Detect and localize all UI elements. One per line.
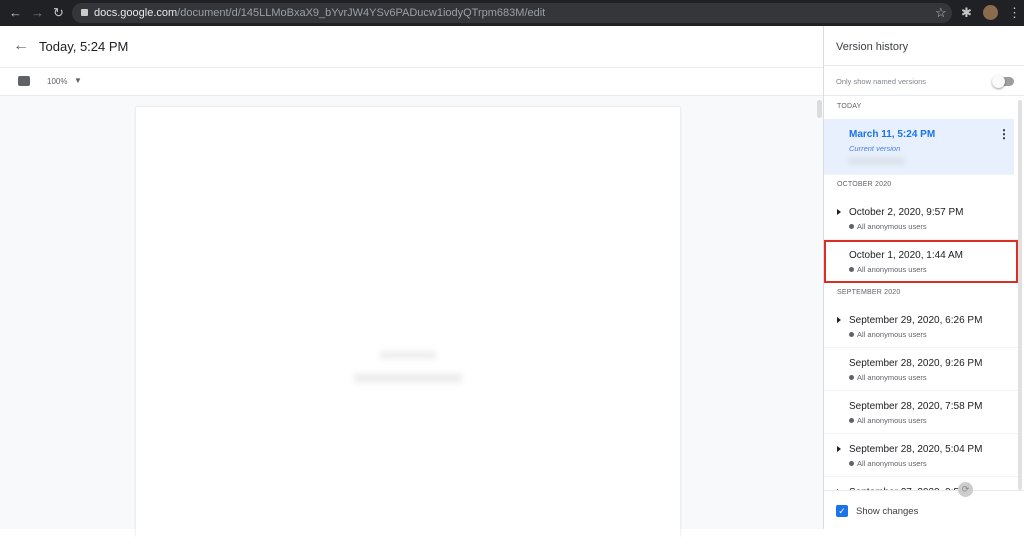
version-item[interactable]: September 28, 2020, 7:58 PM All anonymous… <box>824 391 1020 434</box>
expand-arrow-icon[interactable] <box>837 317 841 323</box>
toolbar: 100% ▼ <box>0 69 823 96</box>
extensions-icon[interactable]: ✱ <box>961 5 972 21</box>
show-changes-label: Show changes <box>856 506 919 517</box>
version-date: September 28, 2020, 5:04 PM <box>849 444 983 455</box>
named-versions-row: Only show named versions <box>824 65 1024 96</box>
forward-icon[interactable]: → <box>31 5 44 20</box>
back-icon[interactable]: ← <box>9 5 22 20</box>
loading-icon: ⟳ <box>958 482 973 497</box>
panel-footer: ⟳ ✓ Show changes <box>824 482 1024 529</box>
expand-arrow-icon[interactable] <box>837 446 841 452</box>
url-path: /document/d/145LLMoBxaX9_bYvrJW4YSv6PADu… <box>177 7 546 19</box>
back-arrow-icon[interactable]: ← <box>13 37 29 55</box>
version-date: September 28, 2020, 7:58 PM <box>849 401 983 412</box>
version-user: All anonymous users <box>857 222 927 231</box>
panel-title: Version history <box>836 41 909 53</box>
url-host: docs.google.com <box>94 7 178 19</box>
named-versions-toggle[interactable] <box>992 75 1014 88</box>
browser-toolbar: ← → ↻ docs.google.com/document/d/145LLMo… <box>0 0 1024 26</box>
version-date: September 28, 2020, 9:26 PM <box>849 358 983 369</box>
reload-icon[interactable]: ↻ <box>53 5 64 21</box>
version-item[interactable]: September 29, 2020, 6:26 PM All anonymous… <box>824 305 1020 348</box>
zoom-select[interactable]: 100% <box>47 77 67 86</box>
version-user: All anonymous users <box>857 416 927 425</box>
address-bar[interactable]: docs.google.com/document/d/145LLMoBxaX9_… <box>72 3 952 23</box>
document-canvas <box>0 96 823 537</box>
avatar[interactable] <box>983 5 998 20</box>
section-label: OCTOBER 2020 <box>837 181 892 188</box>
print-icon[interactable] <box>18 76 30 86</box>
version-history-panel: Version history Only show named versions… <box>823 26 1024 529</box>
show-changes-checkbox[interactable]: ✓ <box>836 505 848 517</box>
blurred-text <box>380 351 436 359</box>
current-version-label: Current version <box>849 144 901 153</box>
scrollbar[interactable] <box>817 100 822 118</box>
lock-icon <box>81 9 88 16</box>
section-label: TODAY <box>837 103 862 110</box>
version-user: All anonymous users <box>857 265 927 274</box>
user-dot-icon <box>849 461 854 466</box>
more-options-icon[interactable]: ⋮ <box>998 127 1010 141</box>
expand-arrow-icon[interactable] <box>837 209 841 215</box>
version-title: Today, 5:24 PM <box>39 39 129 54</box>
version-item[interactable]: October 2, 2020, 9:57 PM All anonymous us… <box>824 197 1020 240</box>
user-dot-icon <box>849 375 854 380</box>
version-item[interactable]: October 1, 2020, 1:44 AM All anonymous us… <box>824 240 1018 283</box>
version-user: All anonymous users <box>857 330 927 339</box>
chevron-down-icon[interactable]: ▼ <box>74 76 82 85</box>
version-date: March 11, 5:24 PM <box>849 129 936 140</box>
version-date: October 2, 2020, 9:57 PM <box>849 207 964 218</box>
version-date: September 29, 2020, 6:26 PM <box>849 315 983 326</box>
star-icon[interactable]: ☆ <box>935 5 947 21</box>
version-item[interactable]: September 28, 2020, 5:04 PM All anonymous… <box>824 434 1020 477</box>
section-label: SEPTEMBER 2020 <box>837 289 901 296</box>
user-dot-icon <box>849 224 854 229</box>
version-user: All anonymous users <box>857 459 927 468</box>
version-user: All anonymous users <box>857 373 927 382</box>
user-dot-icon <box>849 267 854 272</box>
menu-icon[interactable]: ⋮ <box>1008 5 1021 21</box>
document-page <box>136 107 680 537</box>
version-date: October 1, 2020, 1:44 AM <box>849 250 963 261</box>
named-versions-label: Only show named versions <box>836 77 927 86</box>
blurred-text <box>354 373 462 383</box>
version-item[interactable]: September 28, 2020, 9:26 PM All anonymous… <box>824 348 1020 391</box>
user-dot-icon <box>849 332 854 337</box>
user-dot-icon <box>849 418 854 423</box>
blurred-text <box>849 157 905 165</box>
doc-header: ← Today, 5:24 PM <box>0 26 823 68</box>
version-item[interactable]: September 27, 2020, 9:5 <box>824 477 1020 490</box>
version-list: TODAY March 11, 5:24 PM Current version ⋮ OC… <box>824 97 1020 490</box>
version-item[interactable]: March 11, 5:24 PM Current version ⋮ <box>824 119 1014 175</box>
scrollbar[interactable] <box>1018 100 1022 490</box>
